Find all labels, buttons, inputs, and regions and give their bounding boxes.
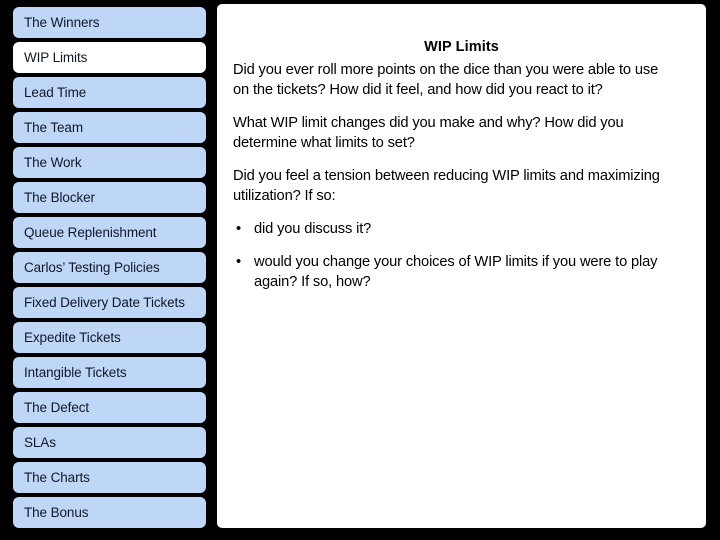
body-paragraph: What WIP limit changes did you make and … [233,115,624,151]
sidebar-item-the-team[interactable]: The Team [13,112,206,143]
sidebar-item-lead-time[interactable]: Lead Time [13,77,206,108]
sidebar-item-label: The Defect [24,399,90,415]
sidebar-item-label: Lead Time [24,84,87,100]
sidebar-item-the-charts[interactable]: The Charts [13,462,206,493]
sidebar-item-label: Expedite Tickets [24,329,121,345]
slide-canvas: The Winners WIP Limits Lead Time The Team Th… [0,0,720,540]
body-paragraph: Did you ever roll more points on the dic… [233,62,659,98]
sidebar-item-label: Queue Replenishment [24,224,157,240]
sidebar-item-label: Fixed Delivery Date Tickets [24,294,185,310]
sidebar-item-the-winners[interactable]: The Winners [13,7,206,38]
sidebar-item-label: The Winners [24,14,100,30]
sidebar-item-label: Intangible Tickets [24,364,127,380]
sidebar-item-label: Carlos’ Testing Policies [24,259,160,275]
sidebar-item-slas[interactable]: SLAs [13,427,206,458]
sidebar-item-label: The Team [24,119,83,135]
sidebar-item-the-work[interactable]: The Work [13,147,206,178]
sidebar-nav: The Winners WIP Limits Lead Time The Team Th… [13,7,206,533]
bullet-icon: • [236,254,242,270]
bullet-icon: • [236,221,242,237]
list-item: • did you discuss it? [233,219,681,239]
sidebar-item-wip-limits[interactable]: WIP Limits [13,42,206,73]
sidebar-item-label: The Blocker [24,189,95,205]
content-body: Did you ever roll more points on the dic… [233,60,688,305]
sidebar-item-label: WIP Limits [24,49,88,65]
sidebar-item-fixed-delivery-date-tickets[interactable]: Fixed Delivery Date Tickets [13,287,206,318]
sidebar-item-label: The Bonus [24,504,89,520]
body-paragraph: Did you feel a tension between reducing … [233,168,660,204]
sidebar-item-carlos-testing-policies[interactable]: Carlos’ Testing Policies [13,252,206,283]
sidebar-item-label: The Charts [24,469,90,485]
sidebar-item-label: The Work [24,154,82,170]
sidebar-item-the-blocker[interactable]: The Blocker [13,182,206,213]
list-item-label: would you change your choices of WIP lim… [254,254,658,290]
sidebar-item-queue-replenishment[interactable]: Queue Replenishment [13,217,206,248]
sidebar-item-expedite-tickets[interactable]: Expedite Tickets [13,322,206,353]
list-item: • would you change your choices of WIP li… [233,252,681,292]
sidebar-item-intangible-tickets[interactable]: Intangible Tickets [13,357,206,388]
sidebar-item-the-defect[interactable]: The Defect [13,392,206,423]
sidebar-item-the-bonus[interactable]: The Bonus [13,497,206,528]
page-title: WIP Limits [424,38,499,55]
list-item-label: did you discuss it? [254,221,372,237]
content-panel: WIP Limits Did you ever roll more points… [217,4,706,528]
sidebar-item-label: SLAs [24,434,56,450]
